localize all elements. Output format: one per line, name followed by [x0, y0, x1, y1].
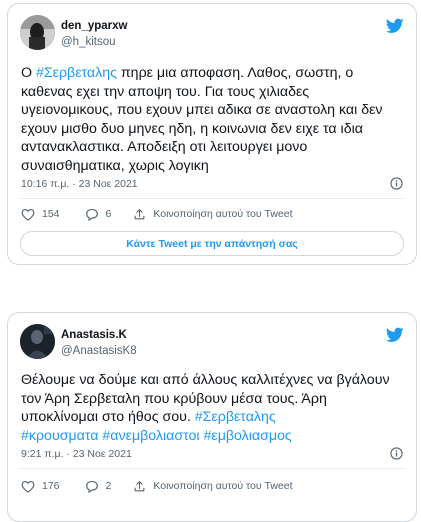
like-button[interactable]: 154: [21, 208, 60, 221]
heart-icon: [21, 480, 35, 493]
user-handle[interactable]: @h_kitsou: [61, 36, 116, 48]
share-label: Κοινοποίηση αυτού του Tweet: [153, 480, 293, 492]
hashtag-link[interactable]: #Σερβεταλης: [195, 409, 276, 425]
reply-count-button[interactable]: 2: [85, 480, 112, 493]
share-button[interactable]: Κοινοποίηση αυτού του Tweet: [133, 480, 293, 493]
tweet-card[interactable]: Anastasis.K @AnastasisK8 Θέλουμε να δούμ…: [7, 312, 417, 522]
share-label: Κοινοποίηση αυτού του Tweet: [153, 208, 293, 220]
timestamp[interactable]: 9:21 π.μ. · 23 Νοε 2021: [21, 448, 132, 460]
tweet-card[interactable]: den_yparxw @h_kitsou Ο #Σερβεταλης πηρε …: [7, 3, 417, 265]
like-button[interactable]: 176: [21, 480, 60, 493]
action-bar: 176 2 Κοινοποίηση αυτού του Tweet: [21, 477, 404, 495]
reply-count: 2: [105, 480, 112, 492]
user-handle[interactable]: @AnastasisK8: [61, 345, 137, 357]
avatar[interactable]: [20, 15, 55, 50]
display-name[interactable]: Anastasis.K: [61, 329, 127, 341]
heart-icon: [21, 208, 35, 221]
twitter-bird-icon[interactable]: [386, 18, 404, 34]
reply-count: 6: [105, 208, 112, 220]
twitter-bird-icon[interactable]: [386, 327, 404, 343]
like-count: 154: [42, 208, 60, 220]
tweet-reply-button[interactable]: Κάντε Tweet με την απάντησή σας: [20, 231, 404, 256]
reply-count-button[interactable]: 6: [85, 208, 112, 221]
tweet-text-segment: Ο: [21, 65, 36, 81]
hashtag-link[interactable]: #κρουσματα: [21, 428, 98, 444]
tweet-text: Ο #Σερβεταλης πηρε μια αποφαση. Λαθος, σ…: [21, 64, 402, 175]
divider: [20, 198, 404, 199]
display-name[interactable]: den_yparxw: [61, 20, 127, 32]
hashtag-link[interactable]: #ανεμβολιαστοι: [102, 428, 199, 444]
timestamp[interactable]: 10:16 π.μ. · 23 Νοε 2021: [21, 178, 138, 190]
like-count: 176: [42, 480, 60, 492]
tweet-text-segment: πηρε μια αποφαση. Λαθος, σωστη, ο καθενα…: [21, 65, 387, 174]
share-icon: [135, 480, 145, 491]
share-icon: [135, 208, 145, 219]
share-button[interactable]: Κοινοποίηση αυτού του Tweet: [133, 208, 293, 221]
comment-icon: [85, 480, 98, 493]
info-icon[interactable]: [390, 177, 403, 190]
tweet-text: Θέλουμε να δούμε και από άλλους καλλιτέχ…: [21, 371, 402, 445]
info-icon[interactable]: [390, 447, 403, 460]
comment-icon: [85, 208, 98, 221]
hashtag-link[interactable]: #Σερβεταλης: [36, 65, 117, 81]
hashtag-link[interactable]: #εμβολιασμος: [203, 428, 291, 444]
action-bar: 154 6 Κοινοποίηση αυτού του Tweet: [21, 205, 404, 223]
avatar[interactable]: [20, 324, 55, 359]
divider: [20, 468, 404, 469]
